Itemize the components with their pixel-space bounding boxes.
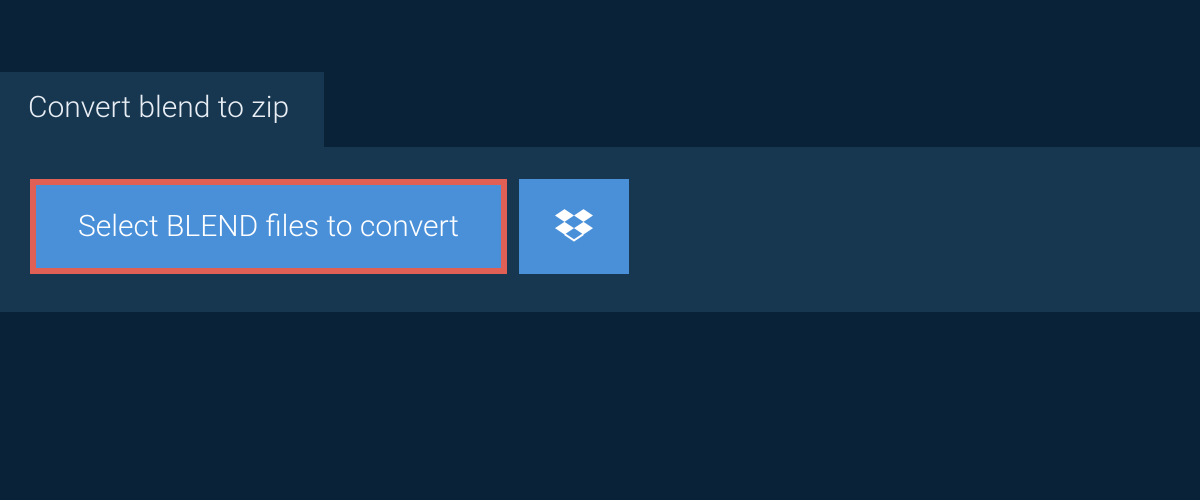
content-panel: Select BLEND files to convert [0, 147, 1200, 312]
dropbox-upload-button[interactable] [519, 179, 629, 274]
tab-bar: Convert blend to zip [0, 0, 1200, 147]
tab-convert-blend-to-zip[interactable]: Convert blend to zip [0, 72, 324, 147]
upload-row: Select BLEND files to convert [30, 179, 1170, 274]
select-files-button[interactable]: Select BLEND files to convert [30, 179, 507, 274]
dropbox-icon [555, 206, 593, 248]
tab-label: Convert blend to zip [28, 90, 289, 125]
select-files-label: Select BLEND files to convert [78, 209, 459, 244]
